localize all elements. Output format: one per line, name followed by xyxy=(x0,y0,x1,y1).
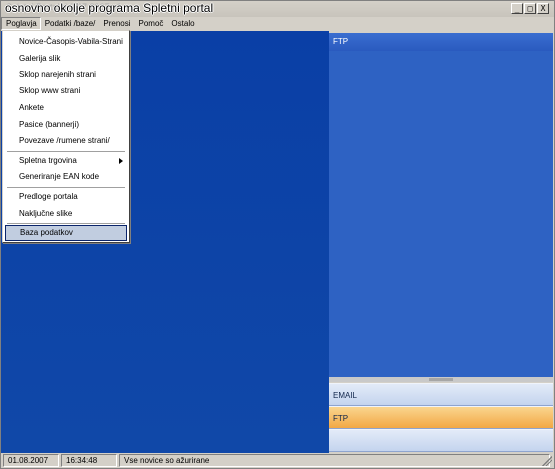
menu-item-predloge[interactable]: Predloge portala xyxy=(5,189,127,205)
nav-email-button[interactable]: EMAIL xyxy=(329,383,553,406)
submenu-arrow-icon xyxy=(119,158,123,164)
main-window: Spletni Portal d.0.07.2007 v1 osnovno ok… xyxy=(0,0,555,469)
minimize-button[interactable]: _ xyxy=(511,3,523,14)
status-message: Vse novice so ažurirane xyxy=(119,454,550,467)
menu-item-povezave[interactable]: Povezave /rumene strani/ xyxy=(5,133,127,149)
splitter-grip-icon xyxy=(429,378,453,381)
menu-item-novice[interactable]: Novice-Časopis-Vabila-Strani xyxy=(5,34,127,50)
window-controls: _ □ X xyxy=(511,3,549,14)
menu-poglavja[interactable]: Poglavja xyxy=(1,17,41,30)
poglavja-dropdown-menu: Novice-Časopis-Vabila-Strani Galerija sl… xyxy=(2,30,130,243)
menu-item-pasice[interactable]: Pasice (bannerji) xyxy=(5,117,127,133)
menu-item-ankete[interactable]: Ankete xyxy=(5,100,127,116)
menu-ostalo[interactable]: Ostalo xyxy=(167,17,198,30)
panel-splitter[interactable] xyxy=(329,377,553,382)
maximize-button[interactable]: □ xyxy=(524,3,536,14)
nav-empty-button[interactable] xyxy=(329,429,553,452)
menu-item-spletna-trgovina[interactable]: Spletna trgovina xyxy=(5,153,127,169)
status-time: 16:34:48 xyxy=(61,454,117,467)
menu-podatki[interactable]: Podatki /baze/ xyxy=(41,17,100,30)
status-date: 01.08.2007 xyxy=(3,454,59,467)
menu-item-spletna-trgovina-label: Spletna trgovina xyxy=(19,156,77,165)
status-bar: 01.08.2007 16:34:48 Vse novice so ažurir… xyxy=(1,453,554,468)
right-panel: FTP EMAIL FTP xyxy=(329,31,554,453)
menu-item-baza-podatkov[interactable]: Baza podatkov xyxy=(5,225,127,241)
menu-item-ean[interactable]: Generiranje EAN kode xyxy=(5,169,127,185)
nav-ftp-button[interactable]: FTP xyxy=(329,406,553,429)
menu-item-sklop-www[interactable]: Sklop www strani xyxy=(5,83,127,99)
right-panel-content xyxy=(329,51,553,377)
menu-bar: Poglavja Podatki /baze/ Prenosi Pomoč Os… xyxy=(1,17,554,30)
menu-item-nakljucne-slike[interactable]: Naključne slike xyxy=(5,206,127,222)
menu-pomoc[interactable]: Pomoč xyxy=(135,17,168,30)
title-bar[interactable]: Spletni Portal d.0.07.2007 v1 osnovno ok… xyxy=(1,1,554,17)
close-button[interactable]: X xyxy=(537,3,549,14)
menu-item-sklop-narejenih[interactable]: Sklop narejenih strani xyxy=(5,67,127,83)
menu-prenosi[interactable]: Prenosi xyxy=(99,17,134,30)
right-panel-header: FTP xyxy=(329,33,553,51)
window-title: osnovno okolje programa Spletni portal xyxy=(5,1,214,15)
menu-item-galerija[interactable]: Galerija slik xyxy=(5,51,127,67)
resize-grip-icon[interactable] xyxy=(542,456,552,466)
